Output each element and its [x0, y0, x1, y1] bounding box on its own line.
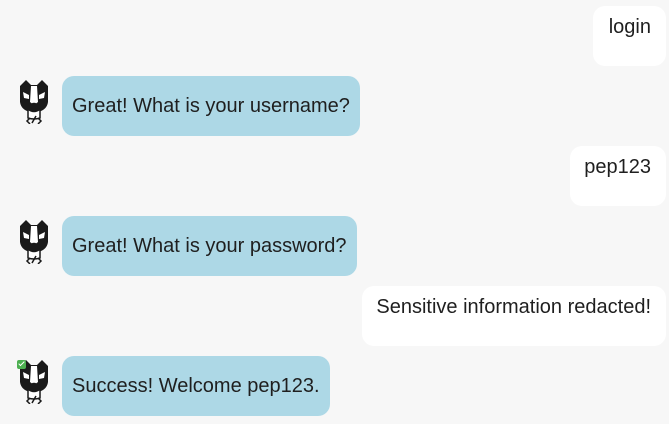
bot-message: Great! What is your password?: [0, 216, 669, 276]
user-message-bubble: Sensitive information redacted!: [362, 286, 666, 346]
user-message: Sensitive information redacted!: [0, 286, 669, 346]
chat-transcript: login Great! What is your username? pep1…: [0, 0, 669, 424]
bot-message-bubble: Great! What is your password?: [62, 216, 357, 276]
user-message-text: login: [608, 15, 651, 38]
user-message-text: pep123: [584, 155, 651, 178]
bot-message: Great! What is your username?: [0, 76, 669, 136]
badger-bot-icon: [20, 80, 48, 124]
bot-message-text: Success! Welcome pep123.: [72, 374, 320, 397]
bot-message-bubble: Success! Welcome pep123.: [62, 356, 330, 416]
bot-message: Success! Welcome pep123.: [0, 356, 669, 416]
bot-message-bubble: Great! What is your username?: [62, 76, 360, 136]
user-message: login: [0, 6, 669, 66]
bot-message-text: Great! What is your username?: [72, 94, 350, 117]
user-message-bubble: pep123: [570, 146, 666, 206]
user-message-bubble: login: [593, 6, 666, 66]
badger-bot-icon: [20, 220, 48, 264]
user-message-text: Sensitive information redacted!: [376, 295, 651, 318]
check-badge-icon: [17, 360, 26, 369]
bot-message-text: Great! What is your password?: [72, 234, 347, 257]
user-message: pep123: [0, 146, 669, 206]
